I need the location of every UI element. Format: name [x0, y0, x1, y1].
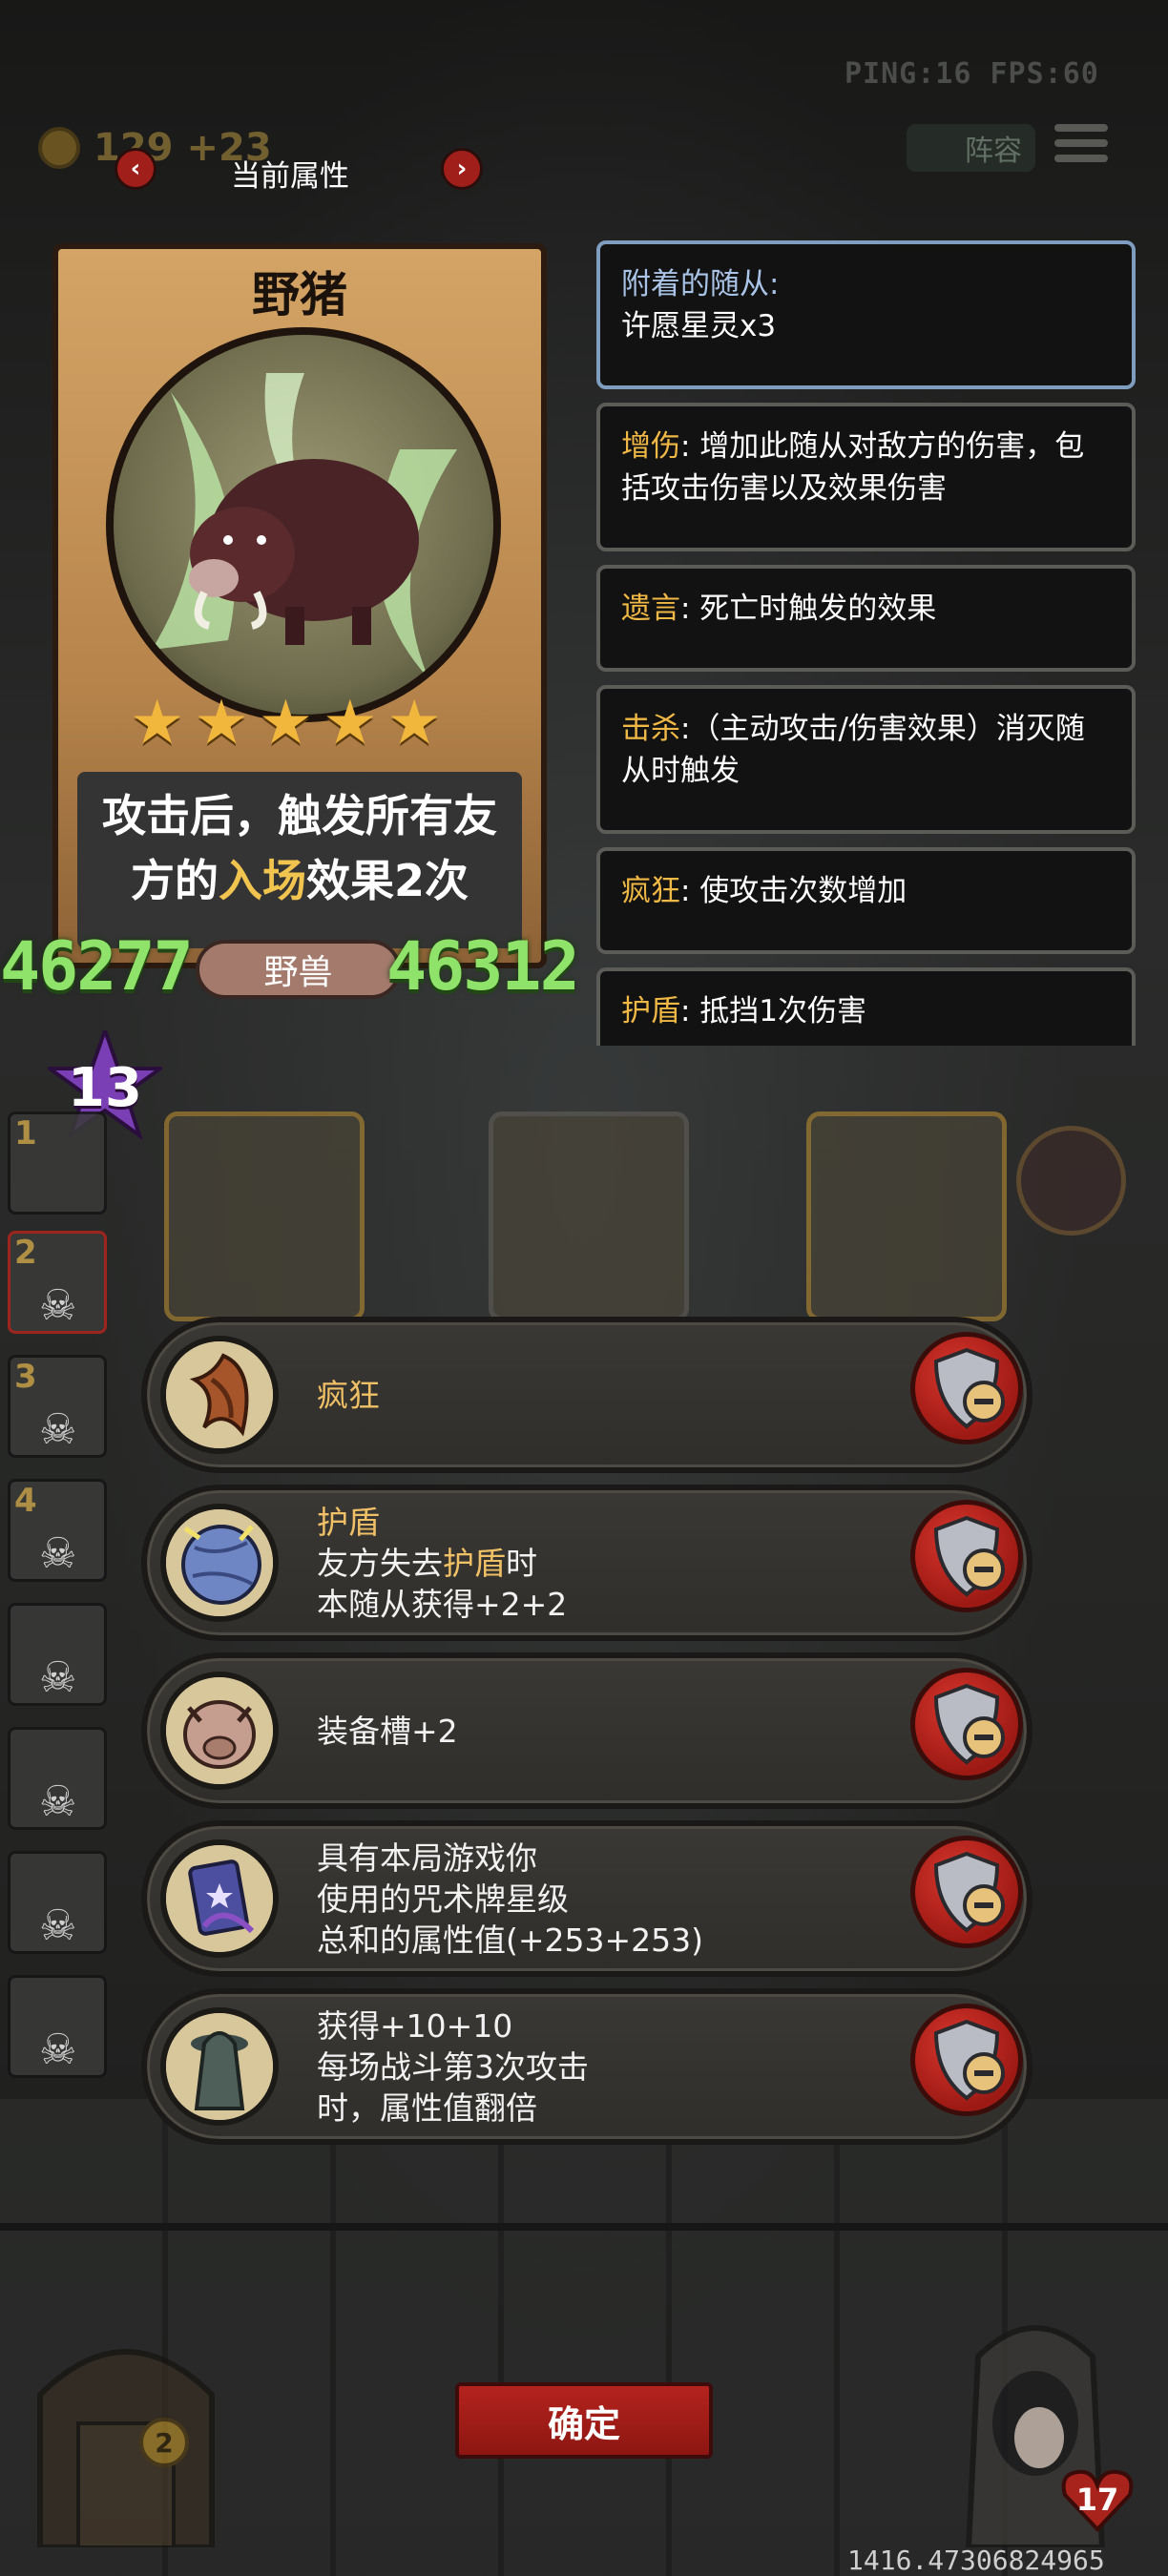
spell-card-icon [160, 1839, 279, 1958]
star-icon: ★ [130, 688, 185, 758]
effect-text: 装备槽+2 [317, 1658, 851, 1803]
lineup-button[interactable]: 阵容 [907, 124, 1035, 172]
minion-name: 野猪 [252, 267, 347, 322]
skull-icon: ☠ [39, 1281, 77, 1330]
remove-effect-button[interactable] [910, 1332, 1023, 1444]
keyword-tag: 疯狂 [621, 874, 680, 908]
attached-minions-panel: 附着的随从: 许愿星灵x3 [596, 240, 1136, 389]
health-value: 46312 [386, 927, 580, 1006]
prev-arrow-icon[interactable]: ‹ [115, 148, 156, 190]
floor-divider [0, 2223, 1168, 2231]
shield-minus-icon [933, 1347, 1005, 1429]
skull-icon: ☠ [39, 1405, 77, 1454]
star-icon: ★ [323, 688, 378, 758]
side-slot-3[interactable]: 3 ☠ [8, 1355, 107, 1458]
keyword-text: : 抵挡1次伤害 [680, 994, 867, 1028]
minion-level: 13 [68, 1057, 142, 1119]
keyword-tag: 击杀 [621, 712, 680, 746]
keyword-panel-deathrattle: 遗言: 死亡时触发的效果 [596, 565, 1136, 672]
attribute-header: ‹ 当前属性 › [115, 148, 487, 196]
keyword-tag: 遗言 [621, 592, 680, 626]
confirm-button[interactable]: 确定 [455, 2382, 713, 2459]
effect-row-shield: 护盾 友方失去护盾时 本随从获得+2+2 [141, 1485, 1032, 1641]
star-icon: ★ [386, 688, 442, 758]
coins-left: 2 [155, 2427, 173, 2459]
pig-head-icon [160, 1672, 279, 1790]
side-slot[interactable]: ☠ [8, 1975, 107, 2078]
board-minion-card[interactable] [489, 1111, 689, 1321]
effect-text: 获得+10+10 每场战斗第3次攻击 时，属性值翻倍 [317, 2006, 589, 2127]
effect-text: 疯狂 [317, 1322, 851, 1467]
minion-description-box: 攻击后，触发所有友 方的入场效果2次 [77, 772, 522, 948]
star-rating: ★ ★ ★ ★ ★ [130, 693, 442, 754]
keyword-text: : 死亡时触发的效果 [680, 592, 937, 626]
shield-orb-icon [160, 1504, 279, 1622]
keyword-text: 许愿星灵x3 [621, 309, 777, 343]
shield-minus-icon [933, 1683, 1005, 1765]
effect-text: 护盾 友方失去护盾时 本随从获得+2+2 [317, 1490, 851, 1635]
star-icon: ★ [194, 688, 249, 758]
minion-description: 攻击后，触发所有友 方的入场效果2次 [102, 790, 497, 906]
side-slot-1[interactable]: 1 [8, 1111, 107, 1215]
keyword-panel-frenzy: 疯狂: 使攻击次数增加 [596, 847, 1136, 954]
effect-row-equipment-slot: 装备槽+2 [141, 1652, 1032, 1809]
keyword-tag: 护盾 [621, 994, 680, 1028]
side-slot[interactable]: ☠ [8, 1727, 107, 1830]
effect-title: 疯狂 [317, 1376, 380, 1414]
skull-icon: ☠ [39, 1901, 77, 1950]
remove-effect-button[interactable] [910, 1668, 1023, 1780]
shield-minus-icon [933, 1515, 1005, 1597]
board-minion-card[interactable] [164, 1111, 365, 1321]
board-minion-card[interactable] [806, 1111, 1007, 1321]
side-slot-4[interactable]: 4 ☠ [8, 1479, 107, 1582]
keyword-tag: 附着的随从: [621, 267, 780, 301]
coordinate-readout: 1416.47306824965 [847, 2545, 1105, 2576]
effect-title: 护盾 [317, 1503, 380, 1541]
frenzy-claw-icon [160, 1336, 279, 1454]
keyword-text: :（主动攻击/伤害效果）消灭随从时触发 [621, 712, 1085, 788]
tribe-label: 野兽 [196, 940, 401, 999]
confirm-label: 确定 [547, 2402, 620, 2445]
skull-icon: ☠ [39, 2025, 77, 2074]
effect-text: 具有本局游戏你 使用的咒术牌星级 总和的属性值(+253+253) [317, 1839, 704, 1959]
boar-portrait-icon [106, 327, 501, 722]
keyword-panel-kill: 击杀:（主动攻击/伤害效果）消灭随从时触发 [596, 685, 1136, 834]
ping-fps-readout: PING:16 FPS:60 [845, 57, 1099, 91]
skull-icon: ☠ [39, 1777, 77, 1826]
star-icon: ★ [258, 688, 314, 758]
effect-row-spell-stars: 具有本局游戏你 使用的咒术牌星级 总和的属性值(+253+253) [141, 1820, 1032, 1977]
skull-icon: ☠ [39, 1653, 77, 1702]
enemy-hero-icon[interactable] [1016, 1126, 1126, 1236]
shield-minus-icon [933, 2019, 1005, 2101]
keyword-text: : 使攻击次数增加 [680, 874, 907, 908]
lineup-label: 阵容 [965, 135, 1022, 168]
keyword-tag: 增伤 [621, 429, 680, 464]
effect-description: 装备槽+2 [317, 1712, 458, 1750]
attack-value: 46277 [0, 927, 194, 1006]
keyword-panel-shield: 护盾: 抵挡1次伤害 [596, 967, 1136, 1046]
shop-door-icon[interactable]: 2 [21, 2309, 231, 2550]
side-slot[interactable]: ☠ [8, 1603, 107, 1706]
shadow-figure-icon [160, 2007, 279, 2126]
minion-card: 野猪 ★ ★ ★ ★ ★ 攻击后，触发所有友 方的入场效果2次 [52, 243, 547, 968]
keyword-text: : 增加此随从对敌方的伤害，包括攻击伤害以及效果伤害 [621, 429, 1085, 506]
shield-minus-icon [933, 1851, 1005, 1933]
side-slot-2[interactable]: 2 ☠ [8, 1231, 107, 1334]
skull-icon: ☠ [39, 1529, 77, 1578]
effect-row-frenzy: 疯狂 [141, 1317, 1032, 1473]
coin-icon [38, 127, 80, 169]
keyword-highlight: 护盾 [443, 1544, 506, 1582]
remove-effect-button[interactable] [910, 1836, 1023, 1948]
next-arrow-icon[interactable]: › [441, 148, 483, 190]
remove-effect-button[interactable] [910, 2004, 1023, 2116]
keyword-highlight: 入场 [218, 855, 306, 906]
keyword-panel-damage-boost: 增伤: 增加此随从对敌方的伤害，包括攻击伤害以及效果伤害 [596, 403, 1136, 551]
hamburger-menu-icon[interactable] [1054, 124, 1108, 170]
attribute-title: 当前属性 [231, 159, 349, 194]
effect-row-third-attack: 获得+10+10 每场战斗第3次攻击 时，属性值翻倍 [141, 1988, 1032, 2145]
side-slot[interactable]: ☠ [8, 1851, 107, 1954]
remove-effect-button[interactable] [910, 1500, 1023, 1612]
hero-health: 17 [1059, 2466, 1136, 2533]
